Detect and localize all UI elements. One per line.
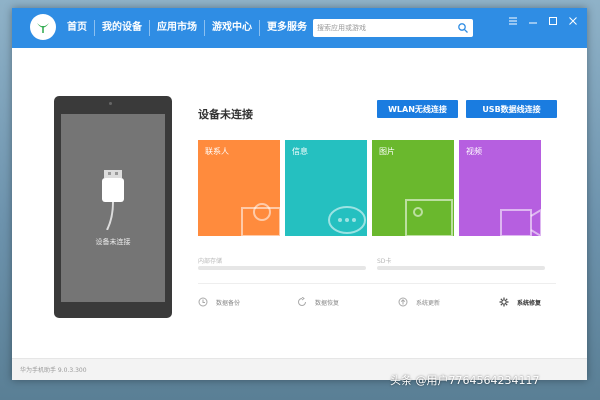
search-icon[interactable] [457,22,469,34]
nav-game-center[interactable]: 游戏中心 [205,20,260,36]
nav-my-device[interactable]: 我的设备 [95,20,150,36]
tile-photos[interactable]: 图片 [372,140,454,236]
usb-connect-button[interactable]: USB数据线连接 [466,100,557,118]
version-text: 华为手机助手 9.0.3.300 [20,367,87,374]
action-backup[interactable]: 数据备份 [198,297,240,307]
nav-app-market[interactable]: 应用市场 [150,20,205,36]
main-content: 设备未连接 设备未连接 WLAN无线连接 USB数据线连接 联系人 信息 图片 [12,48,587,358]
tile-contacts[interactable]: 联系人 [198,140,280,236]
tile-messages[interactable]: 信息 [285,140,367,236]
action-update[interactable]: 系统更新 [398,297,440,307]
sd-card-bar [377,266,545,270]
maximize-icon[interactable] [546,12,560,25]
action-label: 数据恢复 [315,299,340,307]
tile-label: 视频 [466,147,482,156]
wlan-connect-button[interactable]: WLAN无线连接 [377,100,458,118]
usb-plug-icon [102,170,124,230]
window-controls [500,12,580,25]
tile-label: 图片 [379,147,395,156]
connection-status-title: 设备未连接 [198,108,253,121]
app-logo-icon [30,14,56,40]
action-label: 系统更新 [416,299,441,307]
close-icon[interactable] [566,12,580,25]
search-input[interactable] [317,24,455,32]
action-repair[interactable]: 系统修复 [499,297,541,307]
sd-card-label: SD卡 [377,258,392,265]
tile-label: 信息 [292,147,308,156]
minimize-icon[interactable] [526,12,540,24]
backup-icon [198,297,208,307]
action-label: 系统修复 [517,299,542,307]
search-box [313,19,473,37]
video-icon [500,208,541,236]
app-window: 首页 我的设备 应用市场 游戏中心 更多服务 搜索应用或游戏 设备未连接 设备未… [12,8,587,380]
repair-icon [499,297,509,307]
message-icon [328,206,366,234]
nav-more-services[interactable]: 更多服务 [260,20,314,36]
tile-videos[interactable]: 视频 [459,140,541,236]
restore-icon [298,297,306,306]
photo-icon [405,199,453,236]
watermark-text: 头条 @用户7764564234117 [390,374,540,387]
update-icon [398,297,408,307]
phone-status-text: 设备未连接 [95,238,131,246]
action-restore[interactable]: 数据恢复 [297,297,339,307]
nav-home[interactable]: 首页 [60,20,95,36]
internal-storage-label: 内部存储 [198,258,223,265]
phone-illustration: 设备未连接 [54,96,172,318]
phone-camera [109,102,112,105]
phone-screen: 设备未连接 [61,114,165,302]
internal-storage-bar [198,266,366,270]
title-bar: 首页 我的设备 应用市场 游戏中心 更多服务 [12,8,587,48]
menu-icon[interactable] [506,12,520,25]
main-nav: 首页 我的设备 应用市场 游戏中心 更多服务 [60,20,314,36]
action-label: 数据备份 [216,299,241,307]
tile-label: 联系人 [205,147,229,156]
contacts-icon [241,203,280,236]
divider [198,283,556,284]
